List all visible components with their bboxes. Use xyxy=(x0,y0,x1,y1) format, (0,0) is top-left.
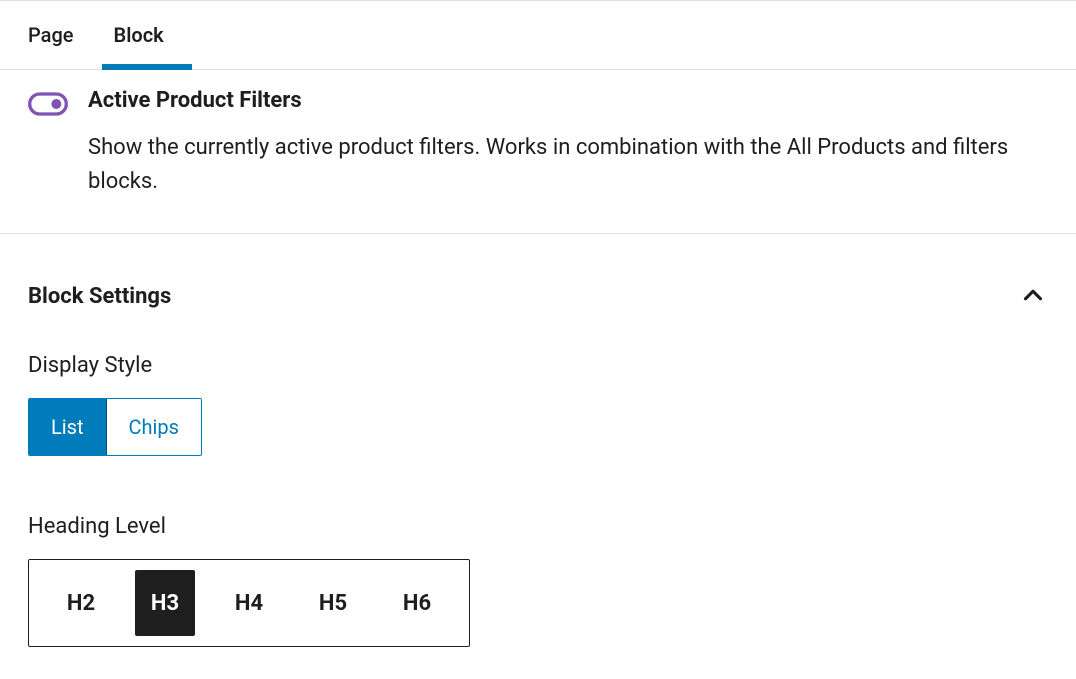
block-settings-title: Block Settings xyxy=(28,284,171,309)
display-style-list-button[interactable]: List xyxy=(29,399,107,455)
block-settings-body: Display Style List Chips Heading Level H… xyxy=(0,323,1076,657)
chevron-up-icon xyxy=(1018,280,1048,313)
display-style-group: List Chips xyxy=(28,398,202,456)
display-style-chips-button[interactable]: Chips xyxy=(107,399,201,455)
heading-level-h6-button[interactable]: H6 xyxy=(375,570,459,636)
tab-label: Page xyxy=(28,23,74,47)
block-settings-panel-header[interactable]: Block Settings xyxy=(0,234,1076,323)
tab-label: Block xyxy=(114,23,164,47)
heading-level-label: Heading Level xyxy=(28,514,1048,539)
heading-level-h4-button[interactable]: H4 xyxy=(207,570,291,636)
heading-level-h3-button[interactable]: H3 xyxy=(135,570,195,636)
block-description: Show the currently active product filter… xyxy=(88,131,1048,199)
block-title: Active Product Filters xyxy=(88,88,1048,113)
inspector-tabs: Page Block xyxy=(0,1,1076,70)
heading-level-group: H2 H3 H4 H5 H6 xyxy=(28,559,470,647)
tab-page[interactable]: Page xyxy=(28,1,102,69)
block-card: Active Product Filters Show the currentl… xyxy=(0,70,1076,234)
display-style-label: Display Style xyxy=(28,353,1048,378)
toggle-icon xyxy=(28,90,68,118)
heading-level-h2-button[interactable]: H2 xyxy=(39,570,123,636)
tab-block[interactable]: Block xyxy=(102,1,192,69)
heading-level-h5-button[interactable]: H5 xyxy=(291,570,375,636)
